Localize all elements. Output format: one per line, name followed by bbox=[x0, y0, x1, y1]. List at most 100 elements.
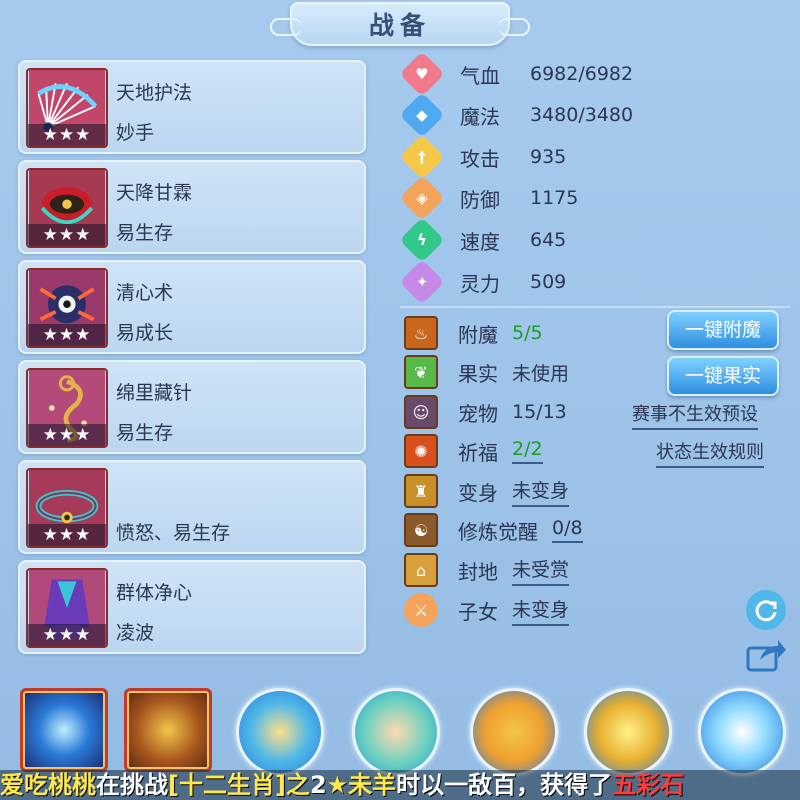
ext-label: 子女 bbox=[458, 599, 498, 624]
bottom-slot-warrior[interactable] bbox=[470, 688, 558, 776]
skill-trait: 易生存 bbox=[116, 222, 174, 244]
ext-value: 5/5 bbox=[512, 322, 543, 344]
ext-label: 修炼觉醒 bbox=[458, 519, 538, 544]
ext-row-pet[interactable]: ☺ 宠物 15/13 bbox=[404, 393, 567, 431]
announcement-ticker: 爱吃桃桃在挑战[十二生肖]之2★未羊时以一敌百，获得了五彩石 bbox=[0, 770, 800, 800]
skill-name: 天地护法 bbox=[116, 82, 193, 104]
star-rating: ★★★ bbox=[28, 424, 106, 446]
bottom-skill-bar bbox=[0, 680, 800, 780]
fief-icon: ⌂ bbox=[404, 553, 438, 587]
attr-value: 1175 bbox=[530, 187, 579, 209]
attr-value: 645 bbox=[530, 229, 567, 251]
fruit-all-button[interactable]: 一键果实 bbox=[667, 356, 779, 396]
ticker-reward: 五彩石 bbox=[612, 771, 685, 799]
ext-label: 祈福 bbox=[458, 440, 498, 465]
ext-row-fief[interactable]: ⌂ 封地 未受赏 bbox=[404, 551, 570, 589]
spirit-icon: ✦ bbox=[399, 259, 445, 305]
ext-label: 宠物 bbox=[458, 401, 498, 426]
skill-list: ★★★ 天地护法 妙手 ★★★ 天降甘霖 易生存 ★★★ 清心术 易成长 ★★★… bbox=[18, 60, 366, 660]
rules-link[interactable]: 状态生效规则 bbox=[656, 438, 764, 468]
attr-label: 速度 bbox=[460, 229, 500, 254]
sword-icon: † bbox=[399, 134, 445, 180]
attr-row-mp: ◆ 魔法 3480/3480 bbox=[399, 92, 634, 138]
ext-value: 0/8 bbox=[552, 517, 583, 543]
skill-card[interactable]: ★★★ 天降甘霖 易生存 bbox=[18, 160, 366, 254]
skill-rope-icon[interactable]: ★★★ bbox=[26, 368, 108, 448]
ext-value: 未变身 bbox=[512, 476, 570, 507]
attr-value: 6982/6982 bbox=[530, 63, 634, 85]
title-banner: 战备 bbox=[270, 2, 530, 46]
attr-label: 气血 bbox=[460, 63, 500, 88]
skill-trait: 愤怒、易生存 bbox=[116, 522, 231, 544]
attr-row-spirit: ✦ 灵力 509 bbox=[399, 259, 567, 305]
attr-value: 3480/3480 bbox=[530, 104, 634, 126]
armor-icon: ◈ bbox=[399, 175, 445, 221]
attr-label: 魔法 bbox=[460, 104, 500, 129]
star-rating: ★★★ bbox=[28, 524, 106, 546]
attr-row-attack: † 攻击 935 bbox=[399, 134, 567, 180]
bottom-slot-treasure[interactable] bbox=[124, 688, 212, 772]
star-rating: ★★★ bbox=[28, 124, 106, 146]
skill-mask-icon[interactable]: ★★★ bbox=[26, 268, 108, 348]
ticker-text: 2 bbox=[309, 771, 327, 799]
skill-name: 清心术 bbox=[116, 282, 174, 304]
refresh-icon[interactable] bbox=[746, 590, 786, 630]
cultivation-icon: ☯ bbox=[404, 513, 438, 547]
skill-trait: 凌波 bbox=[116, 622, 155, 644]
enchant-all-button[interactable]: 一键附魔 bbox=[667, 310, 779, 350]
bottom-slot-monk[interactable] bbox=[236, 688, 324, 776]
star-rating: ★★★ bbox=[28, 324, 106, 346]
page-title: 战备 bbox=[368, 11, 431, 40]
skill-card[interactable]: ★★★ 天地护法 妙手 bbox=[18, 60, 366, 154]
skill-name: 群体净心 bbox=[116, 582, 193, 604]
attr-value: 509 bbox=[530, 271, 567, 293]
ext-label: 封地 bbox=[458, 559, 498, 584]
attr-label: 防御 bbox=[460, 187, 500, 212]
ext-value: 未使用 bbox=[512, 362, 570, 385]
heart-icon: ♥ bbox=[399, 51, 445, 97]
bottom-slot-hand[interactable] bbox=[352, 688, 440, 776]
skill-trait: 易成长 bbox=[116, 322, 174, 344]
ext-row-children[interactable]: ⚔ 子女 未变身 bbox=[404, 591, 570, 629]
skill-name: 绵里藏针 bbox=[116, 382, 193, 404]
bottom-slot-dragon[interactable] bbox=[698, 688, 786, 776]
preset-link[interactable]: 赛事不生效预设 bbox=[632, 400, 758, 430]
skill-robe-icon[interactable]: ★★★ bbox=[26, 568, 108, 648]
shield-icon: ◆ bbox=[399, 92, 445, 138]
fruit-icon: ❦ bbox=[404, 355, 438, 389]
skill-trait: 易生存 bbox=[116, 422, 174, 444]
bottom-slot-golden-figure[interactable] bbox=[584, 688, 672, 776]
ext-value: 未受赏 bbox=[512, 555, 570, 586]
skill-card[interactable]: ★★★ 绵里藏针 易生存 bbox=[18, 360, 366, 454]
skill-card[interactable]: ★★★ 愤怒、易生存 bbox=[18, 460, 366, 554]
star-rating: ★★★ bbox=[28, 624, 106, 646]
skill-card[interactable]: ★★★ 群体净心 凌波 bbox=[18, 560, 366, 654]
attr-row-defense: ◈ 防御 1175 bbox=[399, 175, 579, 221]
ext-value: 15/13 bbox=[512, 401, 567, 423]
skill-trait: 妙手 bbox=[116, 122, 155, 144]
ext-row-fruit[interactable]: ❦ 果实 未使用 bbox=[404, 353, 569, 391]
ext-row-blessing[interactable]: ✺ 祈福 2/2 bbox=[404, 432, 543, 470]
enchant-icon: ♨ bbox=[404, 316, 438, 350]
ticker-event: [十二生肖]之 bbox=[168, 771, 310, 799]
share-icon[interactable] bbox=[744, 636, 788, 674]
ext-value: 2/2 bbox=[512, 438, 543, 464]
ext-label: 附魔 bbox=[458, 322, 498, 347]
ticker-event: ★未羊 bbox=[326, 771, 397, 799]
ext-row-enchant[interactable]: ♨ 附魔 5/5 bbox=[404, 314, 543, 352]
attr-row-speed: ϟ 速度 645 bbox=[399, 217, 567, 263]
skill-fan-icon[interactable]: ★★★ bbox=[26, 68, 108, 148]
transform-icon: ♜ bbox=[404, 474, 438, 508]
skill-belt-icon[interactable]: ★★★ bbox=[26, 468, 108, 548]
attr-row-hp: ♥ 气血 6982/6982 bbox=[399, 51, 634, 97]
skill-card[interactable]: ★★★ 清心术 易成长 bbox=[18, 260, 366, 354]
ext-row-transform[interactable]: ♜ 变身 未变身 bbox=[404, 472, 570, 510]
attr-label: 灵力 bbox=[460, 271, 500, 296]
attr-value: 935 bbox=[530, 146, 567, 168]
ext-row-cultivation[interactable]: ☯ 修炼觉醒 0/8 bbox=[404, 511, 583, 549]
ext-label: 变身 bbox=[458, 480, 498, 505]
ext-label: 果实 bbox=[458, 361, 498, 386]
bottom-slot-orb[interactable] bbox=[20, 688, 108, 772]
skill-feather-icon[interactable]: ★★★ bbox=[26, 168, 108, 248]
ticker-text: 在挑战 bbox=[96, 771, 168, 799]
